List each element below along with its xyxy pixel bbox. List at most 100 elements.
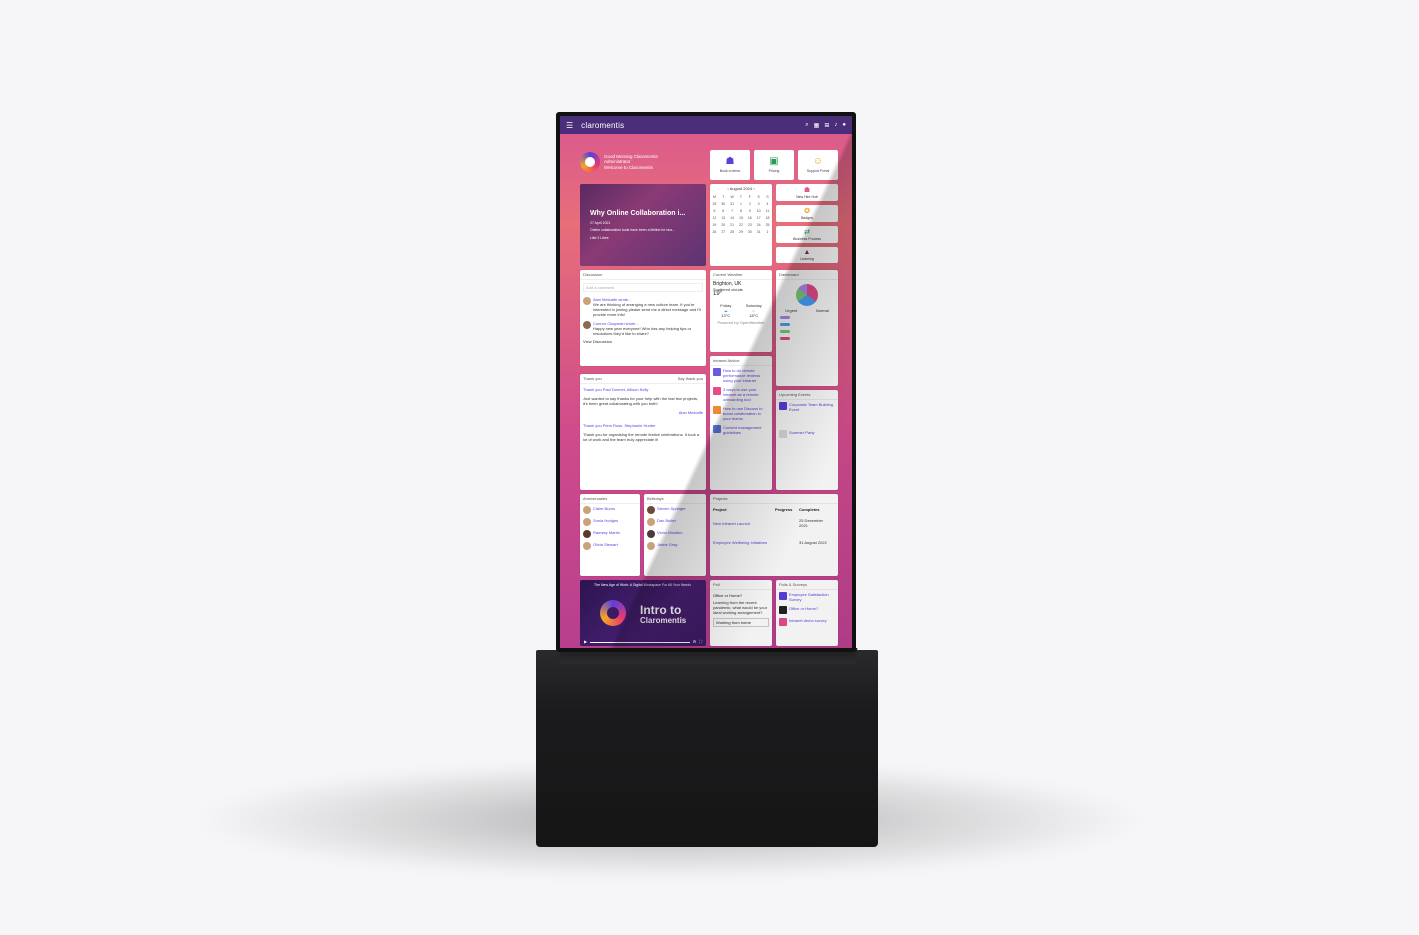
calendar-day[interactable]: 31	[728, 200, 737, 207]
calendar-day[interactable]: 3	[754, 200, 763, 207]
person-link[interactable]: Sonia Hodges	[593, 518, 618, 523]
person-link[interactable]: Olivia Stewart	[593, 542, 618, 547]
survey-thumbnail	[779, 592, 787, 600]
calendar-day[interactable]: 19	[710, 221, 719, 228]
calendar-day[interactable]: 7	[728, 207, 737, 214]
calendar-day[interactable]: 1	[737, 200, 746, 207]
calendar-day[interactable]: 6	[719, 207, 728, 214]
advice-item[interactable]: How to use Discuss to boost collaboratio…	[710, 404, 772, 423]
news-carousel[interactable]: Why Online Collaboration i... 27 April 2…	[580, 184, 706, 266]
survey-link[interactable]: Intranet demo survey	[789, 618, 827, 623]
calendar-day[interactable]: 4	[763, 200, 772, 207]
person-link[interactable]: Jaime Gray	[657, 542, 677, 547]
advice-link[interactable]: How to do remote performance reviews usi…	[723, 368, 769, 383]
calendar-day[interactable]: 17	[754, 214, 763, 221]
calendar-day[interactable]: 26	[710, 228, 719, 235]
side-link-new-hire-hub[interactable]: ☗ New Hire Hub	[776, 184, 838, 201]
side-link-learning[interactable]: ▲ Learning	[776, 247, 838, 263]
bell-icon[interactable]: ♪	[834, 122, 837, 129]
quick-link-support[interactable]: ☺ Support Portal	[798, 150, 838, 180]
calendar-day[interactable]: 25	[763, 221, 772, 228]
calendar-day[interactable]: 29	[737, 228, 746, 235]
say-thank-you-button[interactable]: Say thank you	[678, 376, 703, 381]
person-link[interactable]: Ramsey Martin	[593, 530, 620, 535]
advice-item[interactable]: How to do remote performance reviews usi…	[710, 366, 772, 385]
view-discussion-link[interactable]: View Discussion	[580, 338, 706, 345]
calendar-day[interactable]: 14	[728, 214, 737, 221]
project-row[interactable]: Employee Wellbeing Initiatives 31 August…	[710, 537, 838, 548]
calendar-day[interactable]: 10	[754, 207, 763, 214]
calendar-day[interactable]: 22	[737, 221, 746, 228]
person-link[interactable]: Claire Burns	[593, 506, 615, 511]
quick-link-pricing[interactable]: ▣ Pricing	[754, 150, 794, 180]
calendar-day[interactable]: 8	[737, 207, 746, 214]
thank-you-recipients[interactable]: Thank you Paul Dunnet, Allison Kelly	[583, 387, 703, 392]
fullscreen-icon[interactable]: ⛶	[699, 639, 702, 644]
calendar-day[interactable]: 23	[745, 221, 754, 228]
play-icon[interactable]: ▶	[584, 639, 587, 644]
weather-temp: 19°	[713, 291, 723, 297]
calendar-icon[interactable]: ▦	[814, 122, 820, 129]
event-item[interactable]: Corporate Team Building Event	[776, 400, 838, 414]
discussion-post: Connor Chapman wrote... Happy new year ev…	[580, 319, 706, 338]
advice-link[interactable]: How to use Discuss to boost collaboratio…	[723, 406, 769, 421]
news-headline[interactable]: Why Online Collaboration i...	[590, 210, 685, 217]
calendar-day[interactable]: 1	[763, 228, 772, 235]
person-link[interactable]: Steven Springer	[657, 506, 686, 511]
calendar-day[interactable]: 30	[745, 228, 754, 235]
search-icon[interactable]: ⌕	[805, 122, 808, 129]
calendar-day[interactable]: 31	[754, 228, 763, 235]
next-month-icon[interactable]: ›	[752, 186, 754, 191]
thank-you-author[interactable]: Alan Metcalfe	[583, 410, 703, 415]
project-row[interactable]: New Intranet Launch 25 December 2021	[710, 515, 838, 531]
advice-item[interactable]: Content management guidelines	[710, 423, 772, 437]
calendar-day[interactable]: 15	[737, 214, 746, 221]
advice-item[interactable]: 3 ways to use your intranet as a remote …	[710, 385, 772, 404]
calendar-day[interactable]: 5	[710, 207, 719, 214]
side-link-business-process[interactable]: ⇄ Business Process	[776, 226, 838, 243]
project-name[interactable]: Employee Wellbeing Initiatives	[713, 540, 775, 545]
survey-item[interactable]: Office or Home?	[776, 604, 838, 616]
calendar-day[interactable]: 9	[745, 207, 754, 214]
person-link[interactable]: Victor Moulton	[657, 530, 683, 535]
video-player[interactable]: The New Age of Work: A Digital Workspace…	[580, 580, 706, 646]
video-progress[interactable]	[590, 642, 690, 643]
calendar-day[interactable]: 29	[710, 200, 719, 207]
person-link[interactable]: Dan Butler	[657, 518, 676, 523]
calendar-day[interactable]: 28	[728, 228, 737, 235]
side-link-badges[interactable]: ✪ Badges	[776, 205, 838, 222]
advice-link[interactable]: 3 ways to use your intranet as a remote …	[723, 387, 769, 402]
event-item[interactable]: Summer Party	[776, 428, 838, 440]
calendar-day[interactable]: 11	[763, 207, 772, 214]
news-likes[interactable]: Like 2 Likes	[590, 236, 608, 240]
calendar-day[interactable]: 24	[754, 221, 763, 228]
settings-icon[interactable]: ⚙	[693, 639, 697, 644]
app-logo[interactable]: claromentis	[581, 121, 624, 130]
event-link[interactable]: Corporate Team Building Event	[789, 402, 835, 412]
hamburger-icon[interactable]: ☰	[566, 121, 573, 130]
survey-link[interactable]: Employee Satisfaction Survey	[789, 592, 835, 602]
survey-item[interactable]: Intranet demo survey	[776, 616, 838, 628]
grid-icon[interactable]: ⊞	[824, 122, 829, 129]
calendar-day[interactable]: 12	[710, 214, 719, 221]
calendar-day[interactable]: 20	[719, 221, 728, 228]
poll-option[interactable]: Working from home	[713, 618, 769, 627]
calendar-day[interactable]: 16	[745, 214, 754, 221]
calendar-day[interactable]: 21	[728, 221, 737, 228]
thank-you-recipients[interactable]: Thank you Piers Ross, Stephanie Hunter	[583, 423, 703, 428]
calendar-day[interactable]: 2	[745, 200, 754, 207]
advice-link[interactable]: Content management guidelines	[723, 425, 769, 435]
greeting-subtitle: Welcome to Claromentis	[604, 164, 653, 170]
calendar-day[interactable]: 18	[763, 214, 772, 221]
comment-input[interactable]: Add a comment	[583, 283, 703, 292]
survey-link[interactable]: Office or Home?	[789, 606, 818, 611]
calendar-day[interactable]: 30	[719, 200, 728, 207]
user-icon[interactable]: ●	[842, 122, 846, 129]
event-link[interactable]: Summer Party	[789, 430, 815, 435]
dashboard-pie-chart[interactable]	[796, 284, 818, 306]
survey-item[interactable]: Employee Satisfaction Survey	[776, 590, 838, 604]
calendar-day[interactable]: 27	[719, 228, 728, 235]
project-name[interactable]: New Intranet Launch	[713, 521, 775, 526]
calendar-day[interactable]: 13	[719, 214, 728, 221]
quick-link-book-demo[interactable]: ☗ Book a demo	[710, 150, 750, 180]
